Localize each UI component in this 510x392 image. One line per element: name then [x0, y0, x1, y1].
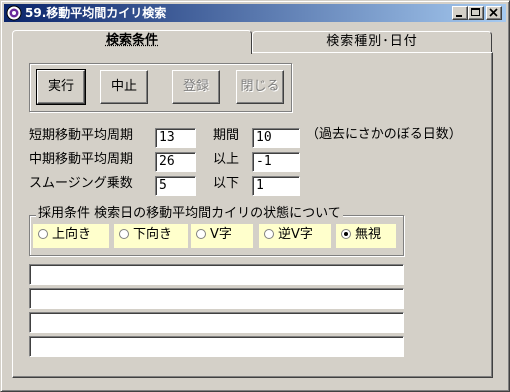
- radio-icon: [119, 229, 129, 239]
- period-input[interactable]: 10: [252, 128, 300, 148]
- short-period-label: 短期移動平均周期: [29, 128, 134, 143]
- output-box-4[interactable]: [29, 336, 404, 357]
- radio-v-shape[interactable]: V字: [191, 224, 253, 248]
- radio-selected-icon: [341, 229, 351, 239]
- radio-label: V字: [210, 227, 232, 242]
- radio-label: 無視: [355, 227, 382, 242]
- register-button[interactable]: 登録: [172, 70, 220, 104]
- mid-period-input[interactable]: 26: [155, 152, 196, 172]
- above-input[interactable]: -1: [252, 152, 300, 172]
- radio-ignore[interactable]: 無視: [336, 224, 396, 248]
- run-button[interactable]: 実行: [36, 69, 86, 105]
- radio-up[interactable]: 上向き: [33, 224, 109, 248]
- stop-button[interactable]: 中止: [100, 70, 148, 104]
- close-window-button[interactable]: [486, 6, 502, 20]
- period-label: 期間: [213, 128, 240, 143]
- app-icon: [6, 5, 22, 21]
- below-input[interactable]: 1: [252, 176, 300, 196]
- tab-label: 検索種別･日付: [326, 34, 418, 49]
- above-label: 以上: [213, 152, 240, 167]
- period-note: （過去にさかのぼる日数）: [306, 127, 462, 142]
- condition-group-title: 採用条件 検索日の移動平均間カイリの状態について: [36, 206, 343, 222]
- radio-label: 下向き: [133, 227, 173, 242]
- output-box-2[interactable]: [29, 288, 404, 309]
- close-button[interactable]: 閉じる: [236, 70, 284, 104]
- radio-icon: [38, 229, 48, 239]
- radio-icon: [196, 229, 206, 239]
- below-label: 以下: [213, 176, 240, 191]
- title-bar[interactable]: 59.移動平均間カイリ検索: [4, 4, 506, 22]
- smoothing-input[interactable]: 5: [155, 176, 196, 196]
- radio-icon: [264, 229, 274, 239]
- window-title: 59.移動平均間カイリ検索: [25, 6, 167, 20]
- maximize-button[interactable]: [468, 6, 484, 20]
- minimize-button[interactable]: [452, 6, 468, 20]
- radio-label: 逆V字: [278, 227, 313, 242]
- close-icon: [489, 8, 498, 17]
- smoothing-label: スムージング乗数: [29, 176, 133, 191]
- mid-period-label: 中期移動平均周期: [29, 152, 134, 167]
- radio-label: 上向き: [52, 227, 92, 242]
- radio-down[interactable]: 下向き: [114, 224, 188, 248]
- output-box-1[interactable]: [29, 264, 404, 285]
- radio-inverted-v[interactable]: 逆V字: [259, 224, 331, 248]
- minimize-icon: [456, 15, 462, 17]
- short-period-input[interactable]: 13: [155, 128, 196, 148]
- maximize-icon: [471, 8, 480, 16]
- tab-label: 検索条件: [105, 33, 158, 48]
- tab-search-type-date[interactable]: 検索種別･日付: [252, 31, 492, 53]
- tab-search-conditions[interactable]: 検索条件: [12, 30, 252, 54]
- output-box-3[interactable]: [29, 312, 404, 333]
